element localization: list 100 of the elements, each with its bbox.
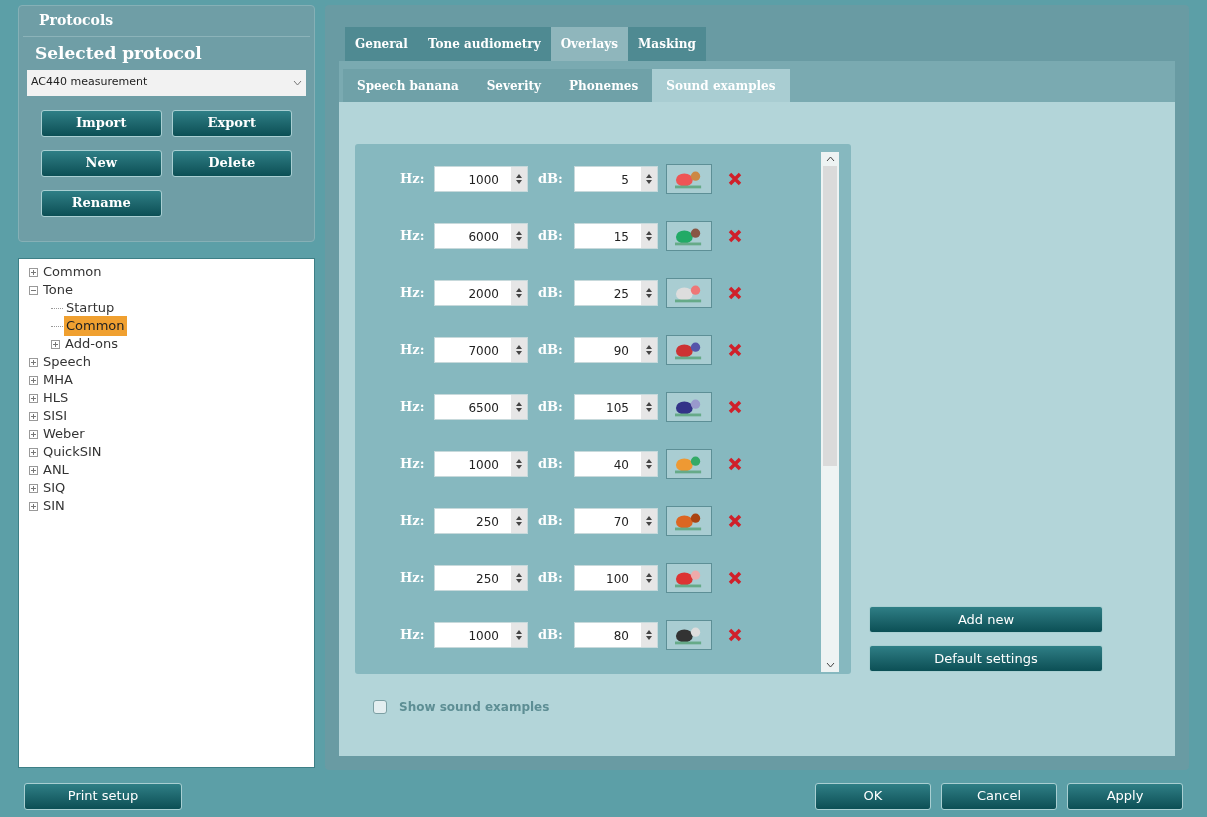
protocol-dropdown[interactable]: AC440 measurement xyxy=(27,69,306,96)
delete-icon[interactable] xyxy=(728,571,742,585)
number-field[interactable]: 1000 xyxy=(434,622,528,648)
expand-icon[interactable] xyxy=(29,411,38,421)
field-label: Hz: xyxy=(400,569,426,588)
number-field[interactable]: 25 xyxy=(574,280,658,306)
expand-icon[interactable] xyxy=(29,483,38,493)
expand-icon[interactable] xyxy=(29,447,38,457)
action-button[interactable]: Default settings xyxy=(869,645,1103,672)
action-button[interactable]: Rename xyxy=(41,189,162,217)
collapse-icon[interactable] xyxy=(29,285,38,295)
expand-icon[interactable] xyxy=(29,375,38,385)
expand-icon[interactable] xyxy=(51,339,60,349)
number-field[interactable]: 1000 xyxy=(434,166,528,192)
spinner-icon[interactable] xyxy=(511,452,527,476)
field-label: Hz: xyxy=(400,626,426,645)
tree-item[interactable]: Add-ons xyxy=(63,334,121,354)
spinner-icon[interactable] xyxy=(511,509,527,533)
tree-item[interactable]: Speech xyxy=(41,352,93,372)
number-field[interactable]: 7000 xyxy=(434,337,528,363)
tab[interactable]: Tone audiometry xyxy=(417,27,551,61)
number-field[interactable]: 40 xyxy=(574,451,658,477)
action-button[interactable]: Export xyxy=(171,109,292,137)
spinner-icon[interactable] xyxy=(641,167,657,191)
tree-item[interactable]: Startup xyxy=(64,298,117,318)
action-button[interactable]: Delete xyxy=(171,149,292,177)
number-field[interactable]: 100 xyxy=(574,565,658,591)
field-label: Hz: xyxy=(400,341,426,360)
spinner-icon[interactable] xyxy=(511,566,527,590)
number-field[interactable]: 5 xyxy=(574,166,658,192)
spinner-icon[interactable] xyxy=(641,623,657,647)
field-label: Hz: xyxy=(400,398,426,417)
field-label: dB: xyxy=(538,512,564,531)
chevron-down-icon[interactable] xyxy=(825,662,835,668)
tree-item[interactable]: HLS xyxy=(41,388,71,408)
spinner-icon[interactable] xyxy=(641,395,657,419)
field-label: dB: xyxy=(538,227,564,246)
tree-item[interactable]: Common xyxy=(41,262,104,282)
number-field[interactable]: 1000 xyxy=(434,451,528,477)
expand-icon[interactable] xyxy=(29,501,38,511)
expand-icon[interactable] xyxy=(29,465,38,475)
number-field[interactable]: 6500 xyxy=(434,394,528,420)
tab[interactable]: General xyxy=(345,27,418,61)
number-field[interactable]: 90 xyxy=(574,337,658,363)
number-field[interactable]: 2000 xyxy=(434,280,528,306)
number-field[interactable]: 250 xyxy=(434,565,528,591)
spinner-icon[interactable] xyxy=(641,566,657,590)
spinner-icon[interactable] xyxy=(511,395,527,419)
tree-item[interactable]: SIN xyxy=(41,496,67,516)
expand-icon[interactable] xyxy=(29,429,38,439)
chevron-down-icon[interactable] xyxy=(293,79,302,86)
tab[interactable]: Masking xyxy=(628,27,706,61)
action-button[interactable]: Add new xyxy=(869,606,1103,633)
spinner-icon[interactable] xyxy=(641,224,657,248)
spinner-icon[interactable] xyxy=(641,338,657,362)
spinner-icon[interactable] xyxy=(641,281,657,305)
tree-item[interactable]: ANL xyxy=(41,460,71,480)
field-label: Hz: xyxy=(400,455,426,474)
tree-item[interactable]: QuickSIN xyxy=(41,442,104,462)
scrollbar[interactable] xyxy=(821,152,839,672)
number-field[interactable]: 70 xyxy=(574,508,658,534)
expand-icon[interactable] xyxy=(29,267,38,277)
delete-icon[interactable] xyxy=(728,628,742,642)
spinner-icon[interactable] xyxy=(511,623,527,647)
delete-icon[interactable] xyxy=(728,400,742,414)
tree-item[interactable]: SISI xyxy=(41,406,70,426)
spinner-icon[interactable] xyxy=(511,224,527,248)
tree-item[interactable]: Common xyxy=(64,316,127,336)
spinner-icon[interactable] xyxy=(511,281,527,305)
action-button[interactable]: OK xyxy=(815,782,931,810)
delete-icon[interactable] xyxy=(728,457,742,471)
expand-icon[interactable] xyxy=(29,357,38,367)
action-button[interactable]: Apply xyxy=(1067,782,1183,810)
number-field[interactable]: 105 xyxy=(574,394,658,420)
delete-icon[interactable] xyxy=(728,286,742,300)
action-button[interactable]: New xyxy=(41,149,162,177)
expand-icon[interactable] xyxy=(29,393,38,403)
delete-icon[interactable] xyxy=(728,343,742,357)
tree-item[interactable]: Weber xyxy=(41,424,87,444)
chevron-up-icon[interactable] xyxy=(825,156,835,162)
tree-item[interactable]: Tone xyxy=(41,280,75,300)
delete-icon[interactable] xyxy=(728,172,742,186)
spinner-icon[interactable] xyxy=(511,167,527,191)
number-field[interactable]: 80 xyxy=(574,622,658,648)
delete-icon[interactable] xyxy=(728,229,742,243)
spinner-icon[interactable] xyxy=(641,509,657,533)
spinner-icon[interactable] xyxy=(511,338,527,362)
number-field[interactable]: 6000 xyxy=(434,223,528,249)
action-button[interactable]: Print setup xyxy=(24,782,182,810)
number-field[interactable]: 15 xyxy=(574,223,658,249)
field-label: dB: xyxy=(538,341,564,360)
action-button[interactable]: Cancel xyxy=(941,782,1057,810)
scroll-thumb[interactable] xyxy=(823,166,837,466)
tree-item[interactable]: MHA xyxy=(41,370,75,390)
tree-item[interactable]: SIQ xyxy=(41,478,68,498)
spinner-icon[interactable] xyxy=(641,452,657,476)
number-field[interactable]: 250 xyxy=(434,508,528,534)
delete-icon[interactable] xyxy=(728,514,742,528)
field-label: dB: xyxy=(538,398,564,417)
action-button[interactable]: Import xyxy=(41,109,162,137)
